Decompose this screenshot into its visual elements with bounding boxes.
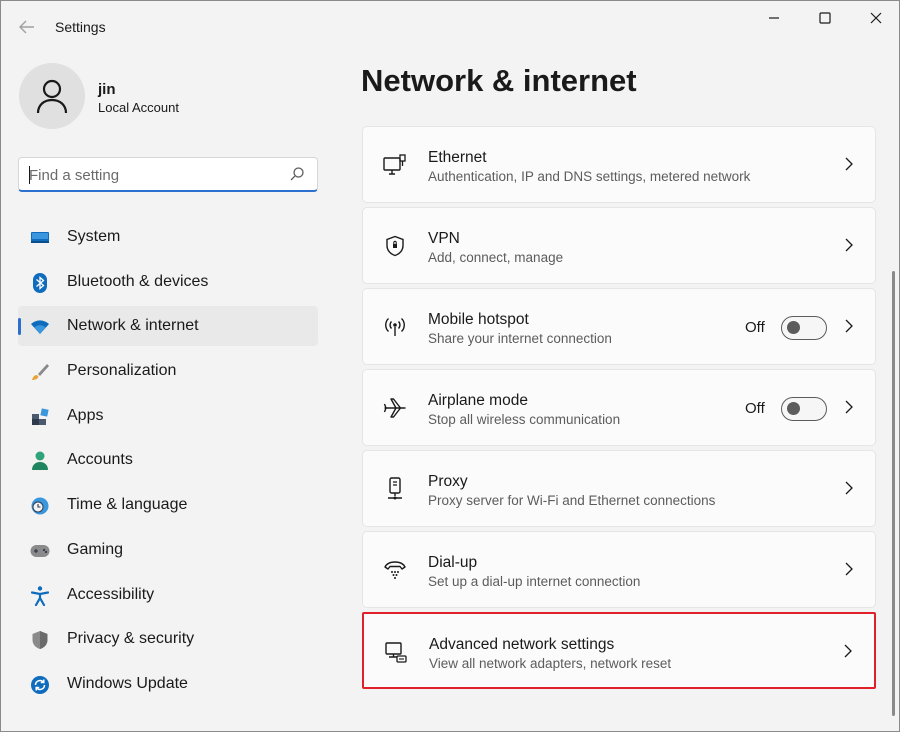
- card-title: VPN: [428, 230, 460, 247]
- sidebar-item-apps[interactable]: Apps: [18, 396, 318, 436]
- apps-icon: [30, 407, 50, 427]
- sidebar-item-label: Network & internet: [67, 317, 199, 335]
- proxy-icon: [383, 477, 407, 501]
- card-title: Advanced network settings: [429, 636, 615, 653]
- card-description: Set up a dial-up internet connection: [428, 574, 641, 589]
- card-title: Dial-up: [428, 554, 478, 571]
- card-description: Share your internet connection: [428, 331, 612, 346]
- chevron-right-icon: [845, 238, 853, 252]
- chevron-right-icon: [844, 644, 852, 658]
- minimize-button[interactable]: [751, 1, 797, 35]
- page-title: Network & internet: [361, 63, 637, 98]
- sidebar-item-label: System: [67, 228, 121, 245]
- airplane-icon: [383, 396, 407, 420]
- card-title: Airplane mode: [428, 392, 528, 409]
- person-icon: [36, 79, 68, 114]
- maximize-icon: [819, 12, 831, 24]
- brush-icon: [30, 362, 50, 382]
- sidebar-item-label: Privacy & security: [67, 630, 195, 648]
- sidebar-item-label: Accounts: [67, 451, 133, 469]
- sidebar-item-gaming[interactable]: Gaming: [18, 530, 318, 570]
- account-type: Local Account: [98, 100, 179, 115]
- clock-globe-icon: [30, 496, 50, 516]
- sidebar-item-system[interactable]: System: [18, 217, 318, 257]
- gamepad-icon: [30, 541, 50, 561]
- title-bar: Settings: [1, 1, 899, 49]
- sidebar-nav: System Bluetooth & devices Network & int…: [18, 217, 318, 709]
- settings-list: Ethernet Authentication, IP and DNS sett…: [362, 126, 876, 693]
- monitor-icon: [30, 228, 50, 248]
- sidebar-item-accounts[interactable]: Accounts: [18, 440, 318, 480]
- sidebar-item-label: Bluetooth & devices: [67, 272, 209, 290]
- accessibility-icon: [30, 585, 50, 606]
- card-description: Stop all wireless communication: [428, 412, 621, 427]
- sidebar-item-label: Gaming: [67, 540, 124, 558]
- sidebar-item-time-language[interactable]: Time & language: [18, 485, 318, 525]
- chevron-right-icon: [845, 319, 853, 333]
- hotspot-icon: [383, 315, 407, 339]
- sidebar-item-label: Windows Update: [67, 674, 188, 692]
- toggle-knob: [787, 321, 800, 334]
- vpn-shield-icon: [383, 234, 407, 258]
- card-description: Add, connect, manage: [428, 250, 564, 265]
- proxy-card[interactable]: Proxy Proxy server for Wi-Fi and Etherne…: [362, 450, 876, 527]
- user-profile[interactable]: jin Local Account: [19, 63, 319, 131]
- update-icon: [30, 675, 50, 695]
- ethernet-icon: [383, 153, 407, 177]
- sidebar-item-network[interactable]: Network & internet: [18, 306, 318, 347]
- search-input[interactable]: [29, 164, 279, 186]
- scrollbar[interactable]: [892, 271, 895, 716]
- toggle-knob: [787, 402, 800, 415]
- toggle-state-label: Off: [745, 400, 765, 417]
- mobile-hotspot-toggle[interactable]: [781, 316, 827, 340]
- card-description: View all network adapters, network reset: [429, 656, 672, 671]
- sidebar-item-bluetooth[interactable]: Bluetooth & devices: [18, 262, 318, 302]
- avatar: [19, 63, 85, 129]
- toggle-state-label: Off: [745, 319, 765, 336]
- card-description: Proxy server for Wi-Fi and Ethernet conn…: [428, 493, 716, 508]
- sidebar-item-accessibility[interactable]: Accessibility: [18, 575, 318, 615]
- ethernet-card[interactable]: Ethernet Authentication, IP and DNS sett…: [362, 126, 876, 203]
- advanced-network-settings-card[interactable]: Advanced network settings View all netwo…: [362, 612, 876, 689]
- sidebar-item-label: Time & language: [67, 496, 188, 514]
- shield-icon: [30, 630, 50, 650]
- vpn-card[interactable]: VPN Add, connect, manage: [362, 207, 876, 284]
- chevron-right-icon: [845, 562, 853, 576]
- back-button[interactable]: [13, 13, 41, 41]
- dialup-icon: [383, 558, 407, 582]
- card-title: Ethernet: [428, 149, 487, 166]
- card-description: Authentication, IP and DNS settings, met…: [428, 169, 751, 184]
- card-title: Mobile hotspot: [428, 311, 529, 328]
- chevron-right-icon: [845, 481, 853, 495]
- sidebar-item-label: Apps: [67, 406, 104, 424]
- mobile-hotspot-card[interactable]: Mobile hotspot Share your internet conne…: [362, 288, 876, 365]
- chevron-right-icon: [845, 157, 853, 171]
- sidebar-item-privacy-security[interactable]: Privacy & security: [18, 619, 318, 659]
- arrow-left-icon: [19, 20, 34, 34]
- selection-indicator: [18, 318, 21, 336]
- airplane-mode-toggle[interactable]: [781, 397, 827, 421]
- chevron-right-icon: [845, 400, 853, 414]
- sidebar-item-windows-update[interactable]: Windows Update: [18, 664, 318, 704]
- text-caret: [29, 166, 30, 184]
- maximize-button[interactable]: [802, 1, 848, 35]
- airplane-mode-card[interactable]: Airplane mode Stop all wireless communic…: [362, 369, 876, 446]
- sidebar-item-personalization[interactable]: Personalization: [18, 351, 318, 391]
- bluetooth-icon: [30, 272, 50, 293]
- settings-window: Settings jin Local Account Find a settin…: [0, 0, 900, 732]
- close-icon: [870, 12, 882, 24]
- person-icon: [30, 451, 50, 471]
- minimize-icon: [769, 17, 779, 19]
- app-title: Settings: [55, 19, 106, 35]
- sidebar-item-label: Accessibility: [67, 585, 155, 603]
- search-box[interactable]: [18, 157, 318, 192]
- user-name: jin: [98, 81, 116, 98]
- close-button[interactable]: [853, 1, 899, 35]
- sidebar-item-label: Personalization: [67, 362, 177, 380]
- wifi-icon: [30, 317, 50, 337]
- advanced-network-icon: [384, 640, 408, 664]
- card-title: Proxy: [428, 473, 468, 490]
- dial-up-card[interactable]: Dial-up Set up a dial-up internet connec…: [362, 531, 876, 608]
- search-icon[interactable]: [289, 166, 305, 182]
